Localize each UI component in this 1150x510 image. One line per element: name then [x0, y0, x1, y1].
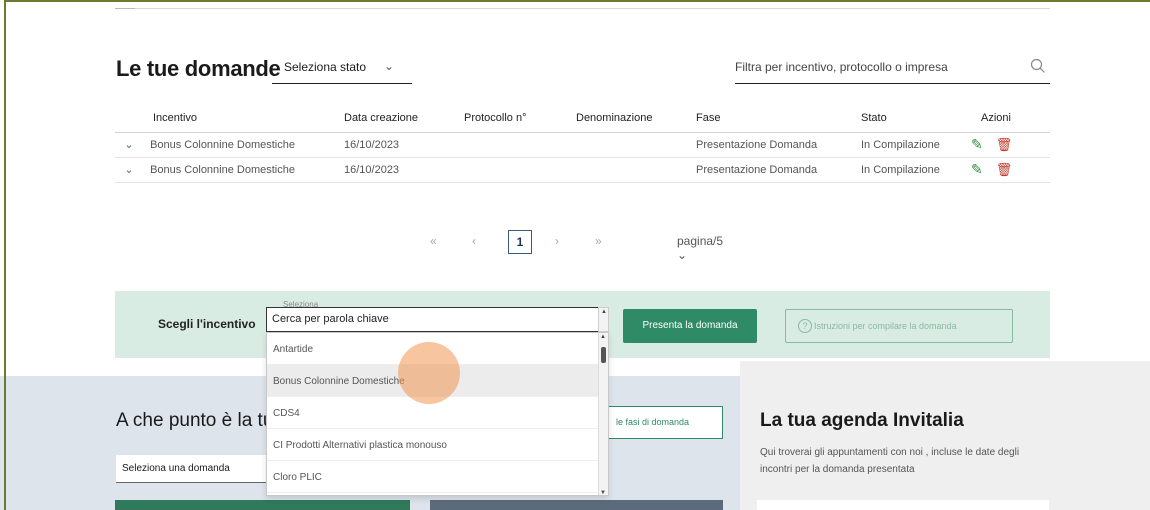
caret-down-icon: ⌄: [383, 59, 394, 73]
col-data-creazione[interactable]: Data creazione: [344, 104, 464, 133]
domanda-select[interactable]: Seleziona una domanda: [116, 455, 269, 483]
dropdown-scrollbar[interactable]: ▲ ▼: [598, 333, 608, 495]
requests-table: Incentivo Data creazione Protocollo n° D…: [115, 104, 1050, 183]
chevron-down-icon[interactable]: ⌄: [121, 138, 137, 151]
filter-input[interactable]: Filtra per incentivo, protocollo o impre…: [735, 56, 1050, 84]
row-data: 16/10/2023: [344, 132, 464, 158]
agenda-section: [740, 361, 1150, 510]
next-page-button[interactable]: ›: [555, 234, 559, 248]
page-background: [1053, 0, 1150, 361]
current-page-button[interactable]: 1: [508, 230, 532, 254]
prev-page-button[interactable]: ‹: [472, 234, 476, 248]
row-incentivo: Bonus Colonnine Domestiche: [150, 164, 295, 176]
chevron-down-icon[interactable]: ⌄: [121, 163, 137, 176]
trash-icon[interactable]: 🗑: [996, 162, 1013, 177]
divider: [115, 8, 1050, 9]
col-fase[interactable]: Fase: [696, 104, 861, 133]
info-icon: ?: [798, 319, 812, 333]
divider-tick: [115, 3, 135, 9]
scroll-down-icon[interactable]: ▼: [600, 490, 606, 495]
col-denominazione[interactable]: Denominazione: [576, 104, 696, 133]
combo-scroll[interactable]: ▲: [598, 307, 609, 332]
istruzioni-button[interactable]: ? Istruzioni per compilare la domanda: [785, 309, 1013, 343]
progress-title: A che punto è la tu: [116, 410, 266, 431]
presenta-domanda-button[interactable]: Presenta la domanda: [623, 309, 757, 343]
row-incentivo: Bonus Colonnine Domestiche: [150, 139, 295, 151]
col-protocollo[interactable]: Protocollo n°: [464, 104, 576, 133]
filter-placeholder: Filtra per incentivo, protocollo o impre…: [735, 60, 948, 74]
col-incentivo[interactable]: Incentivo: [115, 104, 344, 133]
status-select[interactable]: Seleziona stato ⌄: [272, 56, 412, 84]
table-row: ⌄ Bonus Colonnine Domestiche 16/10/2023 …: [115, 132, 1050, 158]
status-select-label: Seleziona stato: [284, 60, 367, 74]
col-azioni: Azioni: [971, 104, 1050, 133]
agenda-card: [757, 500, 1049, 510]
row-denominazione: [576, 132, 696, 158]
agenda-title: La tua agenda Invitalia: [760, 410, 964, 431]
pencil-icon[interactable]: ✎: [971, 161, 983, 177]
pencil-icon[interactable]: ✎: [971, 136, 983, 152]
scegli-label: Scegli l'incentivo: [158, 317, 256, 331]
trash-icon[interactable]: 🗑: [996, 137, 1013, 152]
scroll-up-icon[interactable]: ▲: [601, 309, 607, 315]
table-header-row: Incentivo Data creazione Protocollo n° D…: [115, 104, 1050, 133]
agenda-description: Qui troverai gli appuntamenti con noi , …: [760, 447, 1020, 475]
scroll-thumb[interactable]: [601, 347, 606, 363]
dropdown-option[interactable]: CI Prodotti Alternativi plastica monouso: [267, 429, 608, 461]
row-stato: In Compilazione: [861, 157, 971, 183]
page-title: Le tue domande: [116, 56, 281, 81]
dropdown-option[interactable]: Cloro PLIC: [267, 461, 608, 493]
row-protocollo: [464, 157, 576, 183]
scroll-up-icon[interactable]: ▲: [600, 334, 606, 340]
row-fase: Presentazione Domanda: [696, 157, 861, 183]
per-page-select[interactable]: pagina/5 ⌄: [677, 234, 723, 262]
primary-action-button[interactable]: [115, 500, 410, 510]
row-denominazione: [576, 157, 696, 183]
table-row: ⌄ Bonus Colonnine Domestiche 16/10/2023 …: [115, 157, 1050, 183]
incentive-search-input[interactable]: Cerca per parola chiave: [266, 307, 599, 332]
row-fase: Presentazione Domanda: [696, 132, 861, 158]
click-indicator: [398, 342, 460, 404]
row-stato: In Compilazione: [861, 132, 971, 158]
search-icon[interactable]: [1030, 58, 1046, 74]
secondary-action-button[interactable]: [430, 500, 723, 510]
last-page-button[interactable]: »: [595, 234, 602, 248]
fasi-domanda-button[interactable]: le fasi di domanda: [608, 406, 723, 439]
first-page-button[interactable]: «: [430, 234, 437, 248]
row-data: 16/10/2023: [344, 157, 464, 183]
col-stato[interactable]: Stato: [861, 104, 971, 133]
row-protocollo: [464, 132, 576, 158]
istruzioni-label: Istruzioni per compilare la domanda: [814, 321, 957, 331]
